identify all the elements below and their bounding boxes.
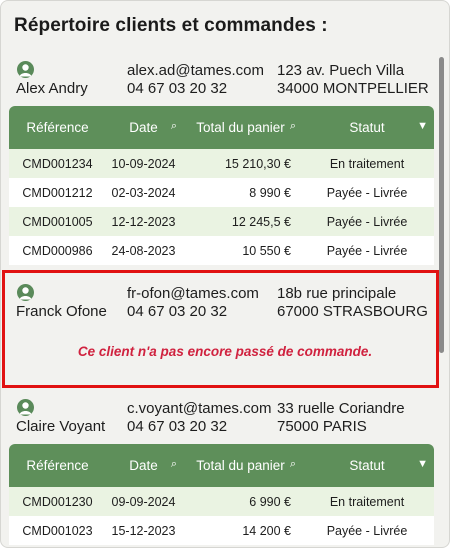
table-row[interactable]: CMD001005 12-12-2023 12 245,5 € Payée - … [9,207,434,236]
order-date: 09-09-2024 [106,487,181,516]
column-header-total[interactable]: Total du panier ⌕ [181,106,300,149]
order-total: 14 200 € [181,516,300,545]
client-name: Claire Voyant [16,418,106,435]
search-icon[interactable]: ⌕ [290,120,296,133]
client-name: Alex Andry [16,80,88,97]
search-icon[interactable]: ⌕ [290,458,296,471]
column-header-date[interactable]: Date ⌕ [106,106,181,149]
order-date: 24-08-2023 [106,236,181,265]
client-address-line2: 34000 MONTPELLIER [277,80,429,97]
order-ref: CMD001230 [9,487,106,516]
orders-table: Référence Date ⌕ Total du panier ⌕ Statut ▼… [9,106,434,265]
table-row[interactable]: CMD001230 09-09-2024 6 990 € En traiteme… [9,487,434,516]
order-date: 15-12-2023 [106,516,181,545]
order-date: 02-03-2024 [106,178,181,207]
page-title: Répertoire clients et commandes : [14,15,328,36]
column-header-date[interactable]: Date ⌕ [106,444,181,487]
column-header-status[interactable]: Statut ▼ [300,106,434,149]
order-date: 12-12-2023 [106,207,181,236]
column-header-total[interactable]: Total du panier ⌕ [181,444,300,487]
table-row[interactable]: CMD001023 15-12-2023 14 200 € Payée - Li… [9,516,434,545]
column-header-reference[interactable]: Référence [9,106,106,149]
column-header-status[interactable]: Statut ▼ [300,444,434,487]
order-status: Payée - Livrée [300,516,434,545]
client-directory-panel: Répertoire clients et commandes : Alex A… [0,0,450,548]
user-avatar-icon [17,61,34,78]
order-ref: CMD001234 [9,149,106,178]
search-icon[interactable]: ⌕ [171,120,177,133]
table-row[interactable]: CMD001212 02-03-2024 8 990 € Payée - Liv… [9,178,434,207]
client-phone: 04 67 03 20 32 [127,80,228,97]
order-status: Payée - Livrée [300,178,434,207]
highlight-box [2,270,439,388]
client-email[interactable]: alex.ad@tames.com [127,62,264,79]
client-phone: 04 67 03 20 32 [127,418,228,435]
order-ref: CMD001023 [9,516,106,545]
order-status: En traitement [300,149,434,178]
order-ref: CMD001212 [9,178,106,207]
search-icon[interactable]: ⌕ [171,458,177,471]
order-total: 6 990 € [181,487,300,516]
client-address-line2: 75000 PARIS [277,418,367,435]
order-total: 8 990 € [181,178,300,207]
scrollbar[interactable] [439,57,444,353]
client-email[interactable]: c.voyant@tames.com [127,400,271,417]
order-total: 12 245,5 € [181,207,300,236]
order-status: En traitement [300,487,434,516]
order-total: 10 550 € [181,236,300,265]
order-status: Payée - Livrée [300,236,434,265]
filter-icon[interactable]: ▼ [417,458,428,470]
order-ref: CMD000986 [9,236,106,265]
table-row[interactable]: CMD000986 24-08-2023 10 550 € Payée - Li… [9,236,434,265]
user-avatar-icon [17,399,34,416]
client-address-line1: 123 av. Puech Villa [277,62,405,79]
order-total: 15 210,30 € [181,149,300,178]
client-address-line1: 33 ruelle Coriandre [277,400,405,417]
filter-icon[interactable]: ▼ [417,120,428,132]
order-ref: CMD001005 [9,207,106,236]
order-status: Payée - Livrée [300,207,434,236]
column-header-reference[interactable]: Référence [9,444,106,487]
order-date: 10-09-2024 [106,149,181,178]
table-row[interactable]: CMD001234 10-09-2024 15 210,30 € En trai… [9,149,434,178]
orders-table: Référence Date ⌕ Total du panier ⌕ Statut ▼… [9,444,434,545]
